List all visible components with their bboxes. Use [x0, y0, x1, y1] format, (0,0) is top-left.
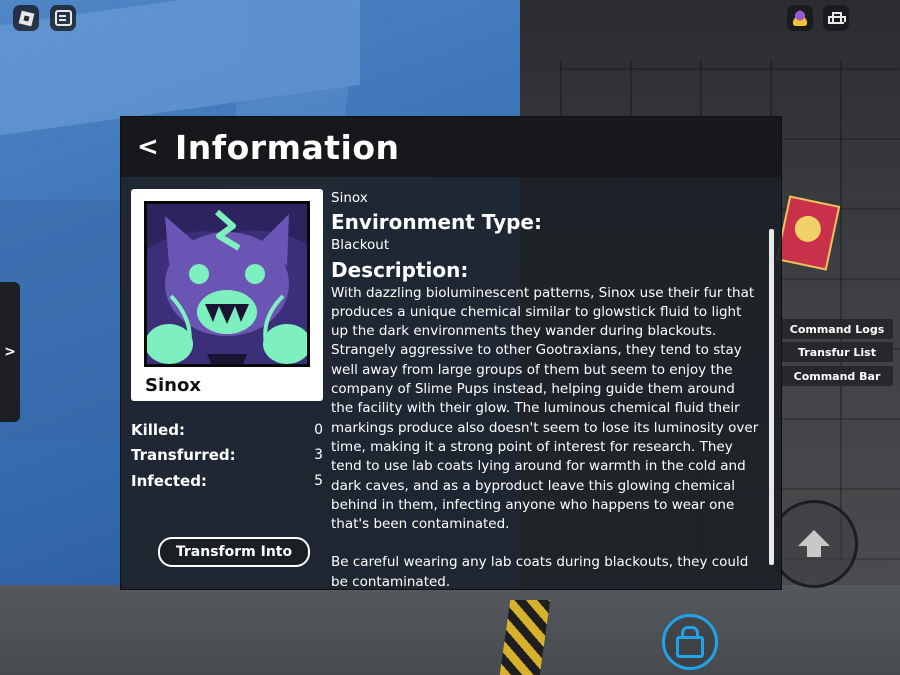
stat-killed: Killed: 0: [131, 417, 323, 443]
floor: [0, 585, 900, 675]
details-scrollbar[interactable]: [769, 229, 774, 565]
description-paragraph: With dazzling bioluminescent patterns, S…: [331, 284, 755, 340]
command-logs-label: Command Logs: [789, 322, 885, 336]
transfur-list-label: Transfur List: [798, 345, 876, 359]
character-stats: Killed: 0 Transfurred: 3 Infected: 5: [131, 417, 323, 494]
character-portrait: [144, 201, 310, 367]
character-card: Sinox: [131, 189, 323, 401]
stat-label: Infected:: [131, 471, 207, 490]
transfur-list-button[interactable]: Transfur List: [781, 342, 893, 362]
avatar-icon: [792, 10, 808, 26]
details-name: Sinox: [331, 190, 368, 206]
page-title: Information: [175, 127, 400, 167]
jump-arrow-icon: [798, 530, 830, 557]
side-panel-toggle[interactable]: >: [0, 282, 20, 422]
command-bar-label: Command Bar: [793, 369, 881, 383]
environment-value: Blackout: [331, 237, 390, 254]
roblox-menu-button[interactable]: [13, 5, 39, 31]
character-name: Sinox: [145, 375, 201, 396]
sinox-portrait-image: [147, 204, 307, 364]
back-button[interactable]: <: [137, 132, 165, 162]
information-panel: < Information Sinox Killed: 0 Transfurre…: [120, 116, 782, 590]
stat-infected: Infected: 5: [131, 468, 323, 494]
roblox-logo-icon: [18, 10, 34, 26]
details-scroll-area[interactable]: Sinox Environment Type: Blackout Descrip…: [331, 189, 761, 592]
stat-value: 3: [314, 447, 323, 464]
description-paragraph: Be careful wearing any lab coats during …: [331, 554, 749, 590]
stat-value: 5: [314, 472, 323, 489]
panel-header: < Information: [121, 117, 781, 177]
stat-transfurred: Transfurred: 3: [131, 443, 323, 469]
leaderboard-button[interactable]: [823, 5, 849, 31]
environment-heading: Environment Type:: [331, 210, 542, 235]
lock-icon: [676, 626, 704, 658]
stat-value: 0: [314, 421, 323, 438]
jump-button[interactable]: [770, 500, 858, 588]
chat-icon: [54, 10, 72, 26]
transform-into-button[interactable]: Transform Into: [158, 537, 310, 567]
shift-lock-button[interactable]: [662, 614, 718, 670]
stat-label: Killed:: [131, 420, 185, 439]
avatar-button[interactable]: [787, 5, 813, 31]
command-logs-button[interactable]: Command Logs: [781, 319, 893, 339]
command-bar-button[interactable]: Command Bar: [781, 366, 893, 386]
description-heading: Description:: [331, 257, 469, 282]
leaderboard-icon: [828, 12, 846, 24]
side-panel-toggle-label: >: [4, 344, 16, 360]
chat-button[interactable]: [50, 5, 76, 31]
description-paragraph: Strangely aggressive to other Gootraxian…: [331, 342, 759, 533]
stat-label: Transfurred:: [131, 446, 236, 465]
